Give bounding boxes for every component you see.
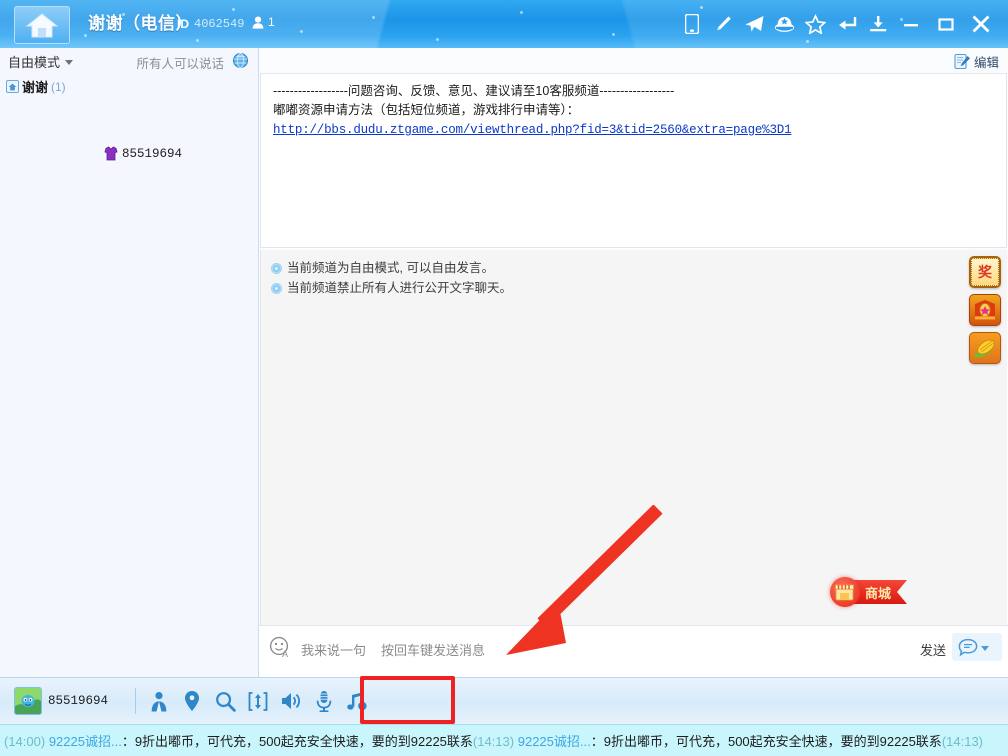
chat-bubble-icon [958,638,978,657]
channel-tree-name: 谢谢 [22,77,48,96]
shop-badge-button[interactable]: 商城 [830,578,907,606]
channel-tree-count: (1) [51,80,66,94]
speaker-icon[interactable] [277,686,305,716]
sidebar: 自由模式 所有人可以说话 谢谢 (1) [0,48,259,677]
enter-arrow-icon[interactable] [831,9,862,40]
system-message-text: 当前频道为自由模式, 可以自由发言。 [287,260,494,277]
star-icon[interactable] [800,9,831,40]
chevron-down-icon [981,646,989,651]
bottom-toolbar: 85519694 [0,677,1008,724]
status-msg: ：9折出嘟币，可代充，500起充安全快速，要的到92225联系 [591,734,942,749]
status-time: (14:00) [4,734,45,749]
mobile-icon[interactable] [676,9,707,40]
channel-mode-selector[interactable]: 自由模式 [8,52,73,71]
download-icon[interactable] [862,9,893,40]
channel-tree-root[interactable]: 谢谢 (1) [6,77,66,96]
close-icon[interactable] [963,9,998,40]
toolbar-icon-group [145,686,371,716]
member-list-item[interactable]: 85519694 [104,146,182,161]
send-button[interactable]: 发送 [920,640,946,659]
microphone-icon[interactable] [310,686,338,716]
status-nick: 92225诚招... [49,734,122,749]
award-icon[interactable]: 奖 [969,256,1001,288]
award-icon-glyph: 奖 [971,258,999,286]
message-input-hint: 按回车键发送消息 [381,640,485,659]
status-bar-marquee[interactable]: (14:00) 92225诚招...：9折出嘟币，可代充，500起充安全快速，要… [0,724,1008,756]
music-settings-icon[interactable] [343,686,371,716]
title-bar: 谢谢（电信） ID 4062549 1 [0,0,1008,48]
notice-line-1: ------------------问题咨询、反馈、意见、建议请至10客服频道-… [273,82,996,101]
user-count-value: 1 [268,15,275,29]
purple-shirt-icon [104,146,118,161]
pencil-icon[interactable] [707,9,738,40]
system-message: 当前频道为自由模式, 可以自由发言。 [271,260,1007,277]
airplane-icon[interactable] [738,9,769,40]
notice-content: ------------------问题咨询、反馈、意见、建议请至10客服频道-… [260,74,1007,248]
notice-line-2: 嘟嘟资源申请方法（包括短位频道，游戏排行申请等）： [273,101,996,120]
person-icon [252,16,264,29]
admin-cap-icon[interactable] [769,9,800,40]
edit-notice-label: 编辑 [974,52,999,71]
status-msg: ：9折出嘟币，可代充，500起充安全快速，要的到92225联系 [122,734,473,749]
message-input-placeholder[interactable]: 我来说一句 [301,640,366,659]
channel-id-value: 4062549 [194,17,244,31]
home-button[interactable] [14,6,70,44]
notepad-pencil-icon [954,53,971,70]
shop-icon [830,577,860,607]
globe-icon[interactable] [233,53,248,68]
channel-id-label: ID [177,17,189,31]
main-panel: 编辑 ------------------问题咨询、反馈、意见、建议请至10客服… [259,48,1008,677]
speak-permission-label: 所有人可以说话 [136,53,224,72]
chat-message-area[interactable]: 当前频道为自由模式, 可以自由发言。 当前频道禁止所有人进行公开文字聊天。 奖 [260,250,1007,644]
status-time: (14:13) [942,734,983,749]
system-message-bullet-icon [271,263,282,274]
edit-notice-button[interactable]: 编辑 [954,52,999,71]
system-message-text: 当前频道禁止所有人进行公开文字聊天。 [287,280,512,297]
chevron-down-icon [65,60,73,65]
current-user-uid: 85519694 [48,694,108,708]
status-time: (14:13) [473,734,514,749]
person-suit-icon[interactable] [145,686,173,716]
status-nick: 92225诚招... [518,734,591,749]
svg-text:A: A [282,649,288,658]
emoji-icon[interactable]: A [269,636,291,658]
notice-toolbar: 编辑 [260,49,1007,74]
search-icon[interactable] [211,686,239,716]
egg-icon-art [972,297,998,323]
corn-icon[interactable] [969,332,1001,364]
egg-icon[interactable] [969,294,1001,326]
send-mode-selector[interactable] [952,633,1002,661]
promo-icon-column: 奖 [969,256,1001,364]
system-message: 当前频道禁止所有人进行公开文字聊天。 [271,280,1007,297]
user-avatar-icon[interactable] [14,687,42,715]
notice-link[interactable]: http://bbs.dudu.ztgame.com/viewthread.ph… [273,120,791,140]
window-controls [676,8,998,40]
minimize-icon[interactable] [893,9,928,40]
app-window: 谢谢（电信） ID 4062549 1 [0,0,1008,756]
channel-mode-label: 自由模式 [8,52,60,71]
maximize-icon[interactable] [928,9,963,40]
corn-icon-art [971,335,999,361]
volume-range-icon[interactable] [244,686,272,716]
home-icon [25,12,59,39]
user-count-group: 1 [252,15,275,29]
status-bar-text: (14:00) 92225诚招...：9折出嘟币，可代充，500起充安全快速，要… [0,731,983,750]
message-input-bar: A 我来说一句 按回车键发送消息 发送 [259,625,1008,677]
toolbar-divider [135,688,136,714]
location-pin-icon[interactable] [178,686,206,716]
system-message-bullet-icon [271,283,282,294]
member-uid: 85519694 [122,147,182,161]
channel-home-icon [6,80,19,93]
